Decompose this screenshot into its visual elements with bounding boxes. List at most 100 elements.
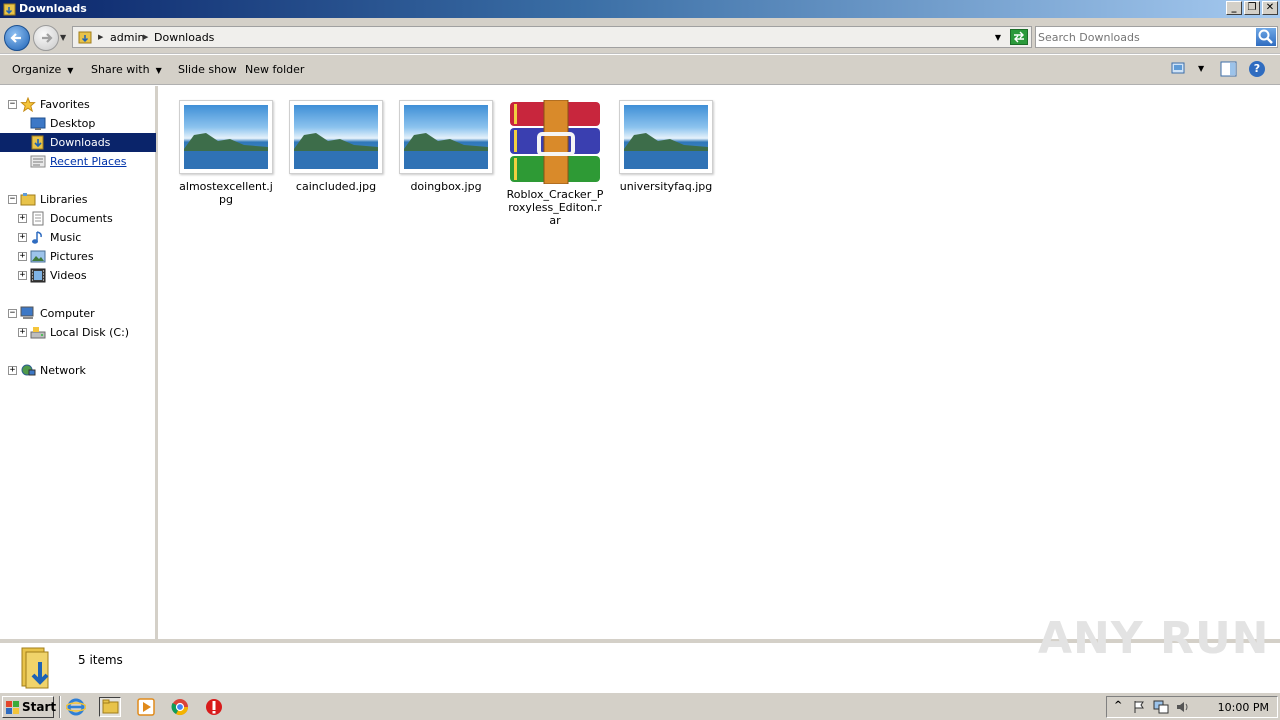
chevron-down-icon: ▼ <box>155 66 162 75</box>
expand-icon[interactable]: + <box>18 271 27 280</box>
expand-icon[interactable]: + <box>18 252 27 261</box>
nav-libraries[interactable]: − Libraries <box>0 190 156 209</box>
search-icon <box>1258 29 1273 44</box>
downloads-folder-icon <box>21 647 49 689</box>
breadcrumb-admin[interactable]: admin <box>110 31 144 44</box>
nav-item-desktop[interactable]: Desktop <box>0 114 156 133</box>
downloads-folder-icon <box>31 135 44 150</box>
slide-show-button[interactable]: Slide show <box>178 63 237 76</box>
show-hidden-icons-icon[interactable]: ^ <box>1114 700 1122 711</box>
search-input[interactable] <box>1038 29 1248 45</box>
nav-item-label: Pictures <box>50 250 94 263</box>
nav-item-documents[interactable]: + Documents <box>0 209 156 228</box>
nav-favorites[interactable]: − Favorites <box>0 95 156 114</box>
file-list: almostexcellent.jpg caincluded.jpg doing… <box>161 86 1280 639</box>
collapse-icon[interactable]: − <box>8 309 17 318</box>
antivirus-icon[interactable] <box>204 697 226 717</box>
breadcrumb-arrow-icon[interactable]: ▶ <box>98 33 103 41</box>
refresh-icon <box>1014 31 1024 43</box>
navigation-pane: − Favorites Desktop Downloads Recent Pla… <box>0 86 158 639</box>
internet-explorer-icon[interactable] <box>65 697 88 717</box>
arrow-right-icon <box>42 33 53 43</box>
address-bar-row: ▼ ▶ admin ▶ Downloads ▼ <box>0 18 1280 54</box>
network-status-icon[interactable] <box>1153 700 1169 714</box>
file-name: Roblox_Cracker_Proxyless_Editon.rar <box>506 188 604 227</box>
refresh-button[interactable] <box>1010 29 1028 45</box>
nav-computer[interactable]: − Computer <box>0 304 156 323</box>
new-folder-button[interactable]: New folder <box>245 63 304 76</box>
breadcrumb-downloads[interactable]: Downloads <box>154 31 214 44</box>
back-button[interactable] <box>4 25 30 51</box>
collapse-icon[interactable]: − <box>8 195 17 204</box>
help-button[interactable]: ? <box>1249 61 1265 77</box>
view-options-dropdown[interactable]: ▼ <box>1198 64 1204 73</box>
expand-icon[interactable]: + <box>8 366 17 375</box>
nav-network[interactable]: + Network <box>0 361 156 380</box>
nav-item-videos[interactable]: + Videos <box>0 266 156 285</box>
taskbar-separator <box>59 696 61 718</box>
nav-item-label: Documents <box>50 212 113 225</box>
folder-icon <box>3 3 16 16</box>
image-thumbnail <box>399 100 493 174</box>
nav-item-label: Recent Places <box>50 155 127 168</box>
expand-icon[interactable]: + <box>18 233 27 242</box>
file-name: universityfaq.jpg <box>619 180 713 193</box>
minimize-button[interactable]: _ <box>1226 1 1242 15</box>
file-item[interactable]: doingbox.jpg <box>396 100 496 193</box>
nav-item-label: Downloads <box>50 136 111 149</box>
file-item[interactable]: universityfaq.jpg <box>616 100 716 193</box>
windows-explorer-icon[interactable] <box>99 697 121 717</box>
address-box[interactable]: ▶ admin ▶ Downloads ▼ <box>72 26 1032 48</box>
restore-button[interactable]: ❐ <box>1244 1 1260 15</box>
chevron-down-icon: ▼ <box>67 66 74 75</box>
volume-icon[interactable] <box>1175 700 1191 714</box>
watermark-logo: ANY RUN <box>1038 613 1270 664</box>
nav-item-downloads[interactable]: Downloads <box>0 133 156 152</box>
forward-button[interactable] <box>33 25 59 51</box>
file-item[interactable]: caincluded.jpg <box>286 100 386 193</box>
music-icon <box>32 231 42 244</box>
address-dropdown[interactable]: ▼ <box>995 33 1001 42</box>
nav-item-label: Local Disk (C:) <box>50 326 130 339</box>
start-label: Start <box>22 700 57 714</box>
search-button[interactable] <box>1256 28 1276 46</box>
organize-menu[interactable]: Organize ▼ <box>12 63 73 76</box>
file-name: caincluded.jpg <box>295 180 377 193</box>
share-with-label: Share with <box>91 63 150 76</box>
network-icon <box>21 364 36 376</box>
start-button[interactable]: Start <box>2 696 57 718</box>
file-item[interactable]: almostexcellent.jpg <box>176 100 276 206</box>
libraries-icon <box>20 193 36 206</box>
close-button[interactable]: ✕ <box>1262 1 1278 15</box>
preview-pane-icon[interactable] <box>1220 61 1237 77</box>
nav-item-pictures[interactable]: + Pictures <box>0 247 156 266</box>
winrar-archive-icon <box>510 100 600 184</box>
nav-item-local-disk[interactable]: + Local Disk (C:) <box>0 323 156 342</box>
change-view-icon[interactable] <box>1171 61 1185 75</box>
media-player-icon[interactable] <box>136 697 158 717</box>
share-with-menu[interactable]: Share with ▼ <box>91 63 162 76</box>
action-center-flag-icon[interactable] <box>1132 700 1146 714</box>
organize-label: Organize <box>12 63 62 76</box>
nav-network-label: Network <box>40 364 86 377</box>
image-thumbnail <box>289 100 383 174</box>
expand-icon[interactable]: + <box>18 328 27 337</box>
recent-pages-dropdown[interactable]: ▼ <box>60 33 66 42</box>
nav-item-recent-places[interactable]: Recent Places <box>0 152 156 171</box>
collapse-icon[interactable]: − <box>8 100 17 109</box>
nav-item-label: Videos <box>50 269 87 282</box>
breadcrumb-arrow-icon[interactable]: ▶ <box>143 33 148 41</box>
file-item[interactable]: Roblox_Cracker_Proxyless_Editon.rar <box>505 100 605 227</box>
nav-item-label: Music <box>50 231 82 244</box>
expand-icon[interactable]: + <box>18 214 27 223</box>
item-count: 5 items <box>78 653 123 667</box>
star-icon <box>20 97 36 112</box>
documents-icon <box>32 211 44 226</box>
file-name: almostexcellent.jpg <box>179 180 273 206</box>
chrome-icon[interactable] <box>170 697 192 717</box>
clock[interactable]: 10:00 PM <box>1218 701 1269 714</box>
nav-item-music[interactable]: + Music <box>0 228 156 247</box>
search-box[interactable] <box>1035 26 1278 48</box>
system-tray: ^ 10:00 PM <box>1106 696 1278 718</box>
details-pane: 5 items ANY RUN <box>0 613 1280 692</box>
